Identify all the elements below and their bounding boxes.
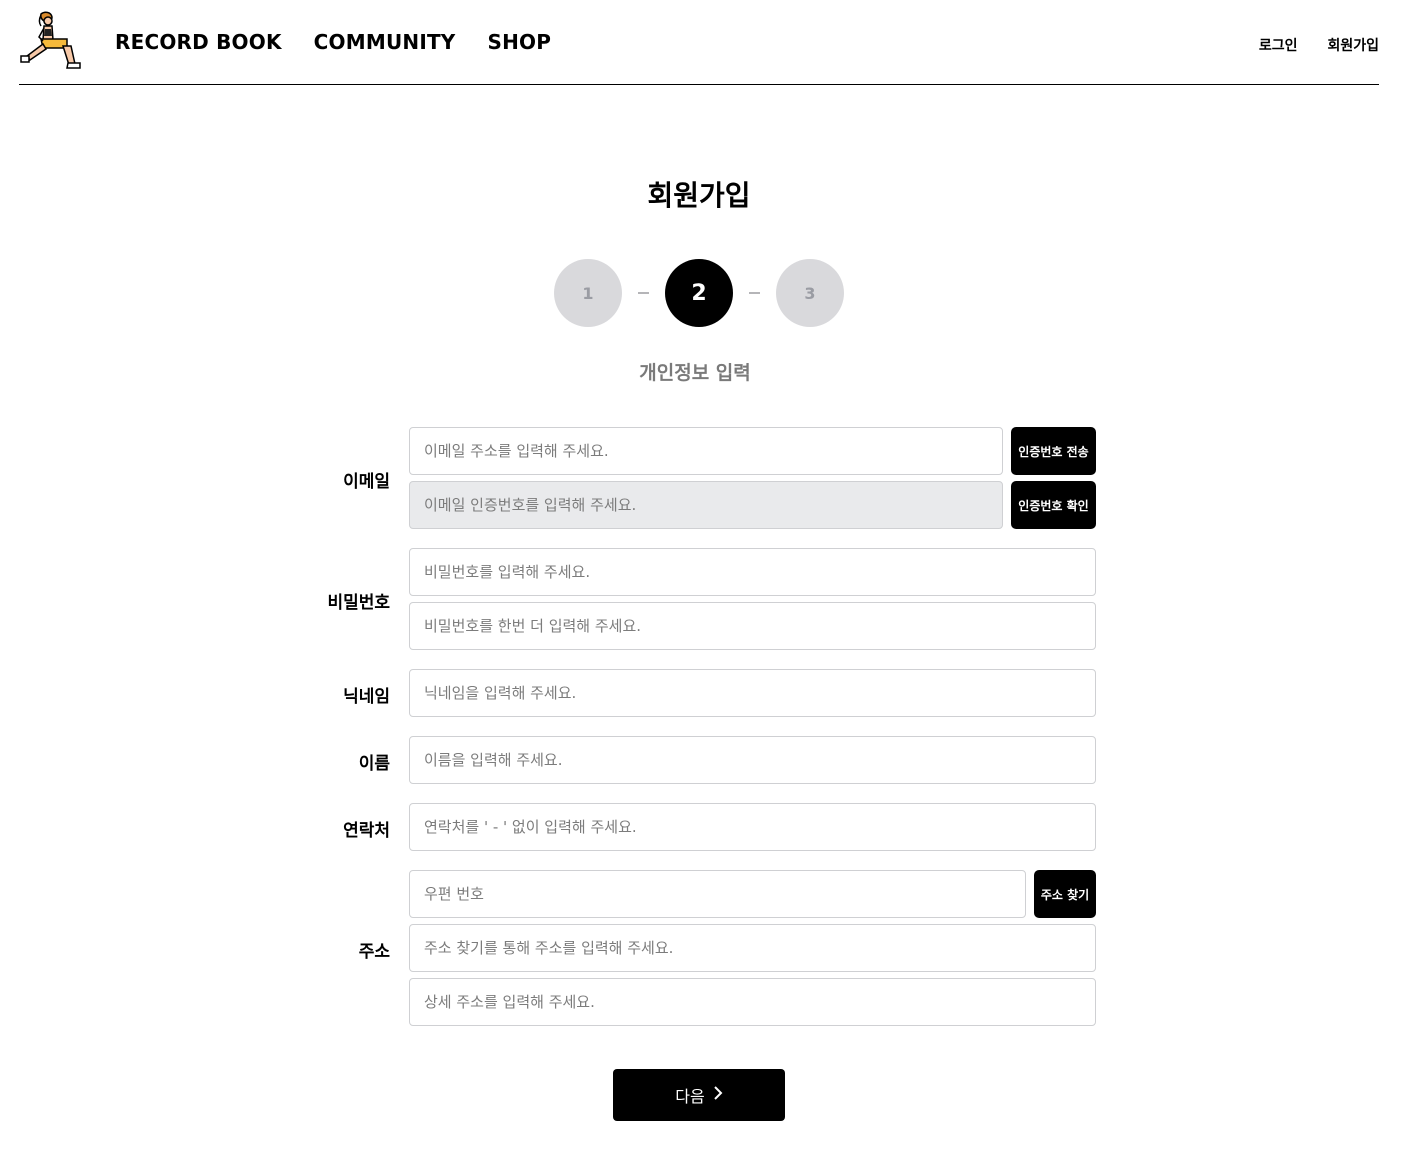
email-code-field-wrapper (409, 481, 1003, 529)
zip-code-input[interactable] (410, 871, 1025, 917)
address-detail-input[interactable] (410, 979, 1095, 1025)
address-field-wrapper (409, 924, 1096, 972)
signup-stepper: 1 2 3 (554, 259, 844, 327)
signup-link[interactable]: 회원가입 (1327, 35, 1379, 55)
phone-label: 연락처 (343, 821, 390, 841)
email-input[interactable] (410, 428, 1002, 474)
email-label: 이메일 (343, 472, 390, 492)
nickname-label: 닉네임 (343, 687, 390, 707)
page-title: 회원가입 (647, 179, 751, 212)
next-button[interactable]: 다음 (613, 1069, 785, 1121)
send-code-button[interactable]: 인증번호 전송 (1011, 427, 1096, 475)
step-1-indicator: 1 (554, 259, 622, 327)
nickname-field-wrapper (409, 669, 1096, 717)
phone-input[interactable] (410, 804, 1095, 850)
login-link[interactable]: 로그인 (1259, 35, 1298, 55)
next-button-label: 다음 (675, 1087, 705, 1106)
password-field-wrapper (409, 548, 1096, 596)
verify-code-button[interactable]: 인증번호 확인 (1011, 481, 1096, 529)
step-divider (638, 292, 649, 294)
step-caption: 개인정보 입력 (639, 362, 751, 384)
zip-field-wrapper (409, 870, 1026, 918)
email-code-input[interactable] (410, 482, 1002, 528)
email-field-wrapper (409, 427, 1003, 475)
main-nav: RECORD BOOK COMMUNITY SHOP (115, 30, 551, 54)
nickname-input[interactable] (410, 670, 1095, 716)
chevron-right-icon (713, 1085, 723, 1105)
name-input[interactable] (410, 737, 1095, 783)
password-confirm-field-wrapper (409, 602, 1096, 650)
nav-community[interactable]: COMMUNITY (314, 30, 456, 54)
step-divider (749, 292, 760, 294)
step-3-indicator: 3 (776, 259, 844, 327)
auth-links: 로그인 회원가입 (1259, 35, 1379, 55)
address-input[interactable] (410, 925, 1095, 971)
step-2-indicator: 2 (665, 259, 733, 327)
lunging-runner-logo-icon[interactable] (19, 10, 83, 70)
password-input[interactable] (410, 549, 1095, 595)
address-detail-field-wrapper (409, 978, 1096, 1026)
address-search-button[interactable]: 주소 찾기 (1034, 870, 1096, 918)
nav-shop[interactable]: SHOP (488, 30, 552, 54)
password-label: 비밀번호 (327, 593, 390, 613)
address-label: 주소 (358, 942, 390, 962)
name-label: 이름 (358, 754, 390, 774)
password-confirm-input[interactable] (410, 603, 1095, 649)
site-header: RECORD BOOK COMMUNITY SHOP 로그인 회원가입 (19, 0, 1379, 85)
name-field-wrapper (409, 736, 1096, 784)
phone-field-wrapper (409, 803, 1096, 851)
nav-record-book[interactable]: RECORD BOOK (115, 30, 282, 54)
